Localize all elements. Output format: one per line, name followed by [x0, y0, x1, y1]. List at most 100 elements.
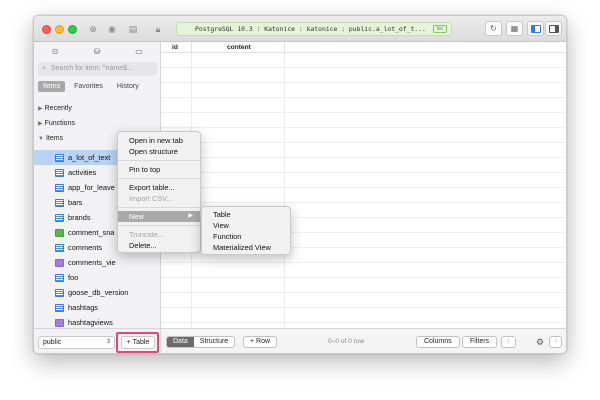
submenu-item-function[interactable]: Function	[202, 231, 290, 242]
list-item-label: bars	[68, 198, 83, 207]
pager: ‹	[501, 336, 516, 348]
bottom-toolbar: Data Structure + Row 0–0 of 0 row Column…	[161, 328, 566, 353]
table-icon	[55, 273, 64, 282]
list-item[interactable]: hashtags	[34, 300, 161, 315]
menu-item-new[interactable]: New ▶	[118, 211, 200, 222]
table-icon	[55, 168, 64, 177]
menu-item-export-table[interactable]: Export table...	[118, 182, 200, 193]
add-table-button[interactable]: + Table	[121, 336, 155, 349]
list-item-label: a_lot_of_text	[68, 153, 111, 162]
section-label: Recently	[44, 105, 72, 112]
context-menu: Open in new tab Open structure Pin to to…	[117, 131, 201, 253]
schema-value: public	[43, 339, 62, 346]
table-icon	[55, 153, 64, 162]
zoom-window-button[interactable]	[68, 25, 77, 34]
list-item-label: goose_db_version	[68, 288, 129, 297]
menu-item-truncate: Truncate...	[129, 230, 165, 239]
chevron-right-icon: ▶	[38, 121, 43, 127]
submenu-item-materialized-view[interactable]: Materialized View	[202, 242, 290, 253]
section-items[interactable]: ▼ Items	[38, 135, 63, 142]
list-item-label: hashtags	[68, 303, 98, 312]
menu-separator	[118, 160, 200, 161]
table-icon	[55, 183, 64, 192]
table-icon	[55, 198, 64, 207]
section-functions[interactable]: ▶ Functions	[38, 120, 75, 127]
menu-item-pin-to-top[interactable]: Pin to top	[118, 164, 200, 175]
titlebar: ⊗ ◉ ▤ 🔒︎ PostgreSQL 10.3 : Katonice : ka…	[34, 16, 566, 42]
row-count: 0–0 of 0 row	[328, 338, 365, 345]
connection-text: PostgreSQL 10.3 : Katonice : katonice : …	[195, 25, 426, 33]
table-icon	[55, 303, 64, 312]
list-item-label: comments_vie	[68, 258, 116, 267]
sidebar-tabs: Items Favorites History	[38, 81, 144, 92]
grid-body[interactable]	[161, 53, 566, 329]
data-grid: id content	[161, 42, 566, 329]
right-panel-icon	[548, 24, 559, 33]
table-icon	[55, 288, 64, 297]
submenu-item-view[interactable]: View	[202, 220, 290, 231]
connection-tag: loc	[432, 25, 447, 33]
list-item-label: brands	[68, 213, 91, 222]
database-icon[interactable]: ⛁	[76, 42, 118, 60]
grid-header: id content	[161, 42, 566, 53]
list-item-label: activities	[68, 168, 97, 177]
left-panel-icon	[530, 24, 541, 33]
document-icon[interactable]: ▤	[126, 21, 140, 37]
toggle-left-panel-button[interactable]	[527, 21, 544, 36]
tab-structure[interactable]: Structure	[193, 337, 235, 347]
table-icon	[55, 213, 64, 222]
list-item[interactable]: comments_vie	[34, 255, 161, 270]
section-recently[interactable]: ▶ Recently	[38, 105, 72, 112]
list-item[interactable]: foo	[34, 270, 161, 285]
tab-items[interactable]: Items	[38, 81, 66, 92]
toggle-right-panel-button[interactable]	[545, 21, 562, 36]
sidebar-footer: public ⇕ + Table	[34, 328, 161, 353]
sql-console-icon[interactable]: ▭	[118, 42, 160, 60]
list-item-label: foo	[68, 273, 79, 282]
column-header-id[interactable]: id	[161, 42, 192, 53]
submenu-item-table[interactable]: Table	[202, 209, 290, 220]
list-item-label: app_for_leave	[68, 183, 115, 192]
disconnect-icon[interactable]: ⊗	[86, 21, 100, 37]
search-input[interactable]: ⌕ Search for item: ^name$...	[38, 62, 157, 76]
list-item-label: comments	[68, 243, 103, 252]
columns-button[interactable]: Columns	[416, 336, 460, 348]
eye-icon[interactable]: ◉	[104, 21, 120, 37]
compass-icon[interactable]: ⊙	[34, 42, 76, 60]
tab-history[interactable]: History	[112, 81, 144, 92]
column-header-content[interactable]: content	[192, 42, 285, 53]
grid-icon[interactable]: ▦	[506, 21, 523, 36]
menu-separator	[118, 207, 200, 208]
view-switcher: Data Structure	[166, 336, 236, 348]
prev-page-icon[interactable]: ‹	[502, 337, 515, 347]
app-window: ⊗ ◉ ▤ 🔒︎ PostgreSQL 10.3 : Katonice : ka…	[33, 15, 567, 354]
lock-icon[interactable]: 🔒︎	[152, 21, 164, 37]
reload-icon[interactable]: ↻	[485, 21, 502, 36]
list-item[interactable]: goose_db_version	[34, 285, 161, 300]
chevron-right-icon: ▶	[38, 106, 43, 112]
schema-select[interactable]: public ⇕	[38, 336, 115, 349]
filters-button[interactable]: Filters	[462, 336, 498, 348]
view-icon	[55, 318, 64, 327]
table-icon	[55, 243, 64, 252]
next-page-icon[interactable]: ›	[549, 336, 562, 348]
connection-bar[interactable]: PostgreSQL 10.3 : Katonice : katonice : …	[176, 22, 452, 36]
menu-separator	[118, 225, 200, 226]
menu-separator	[118, 178, 200, 179]
minimize-window-button[interactable]	[55, 25, 64, 34]
tab-favorites[interactable]: Favorites	[69, 81, 108, 92]
menu-item-import-csv: Import CSV...	[129, 194, 173, 203]
menu-item-open-structure[interactable]: Open structure	[118, 146, 200, 157]
submenu-arrow-icon: ▶	[188, 213, 193, 219]
list-item-label: comment_sna	[68, 228, 115, 237]
gear-icon[interactable]: ⚙	[532, 336, 548, 348]
add-row-button[interactable]: + Row	[243, 336, 278, 348]
close-window-button[interactable]	[42, 25, 51, 34]
section-label: Functions	[44, 120, 75, 127]
sidebar-icon-bar: ⊙ ⛁ ▭	[34, 42, 160, 60]
menu-item-open-new-tab[interactable]: Open in new tab	[118, 135, 200, 146]
menu-item-delete[interactable]: Delete...	[118, 240, 200, 251]
section-label: Items	[45, 135, 64, 142]
new-submenu: Table View Function Materialized View	[201, 206, 291, 255]
tab-data[interactable]: Data	[167, 337, 194, 347]
